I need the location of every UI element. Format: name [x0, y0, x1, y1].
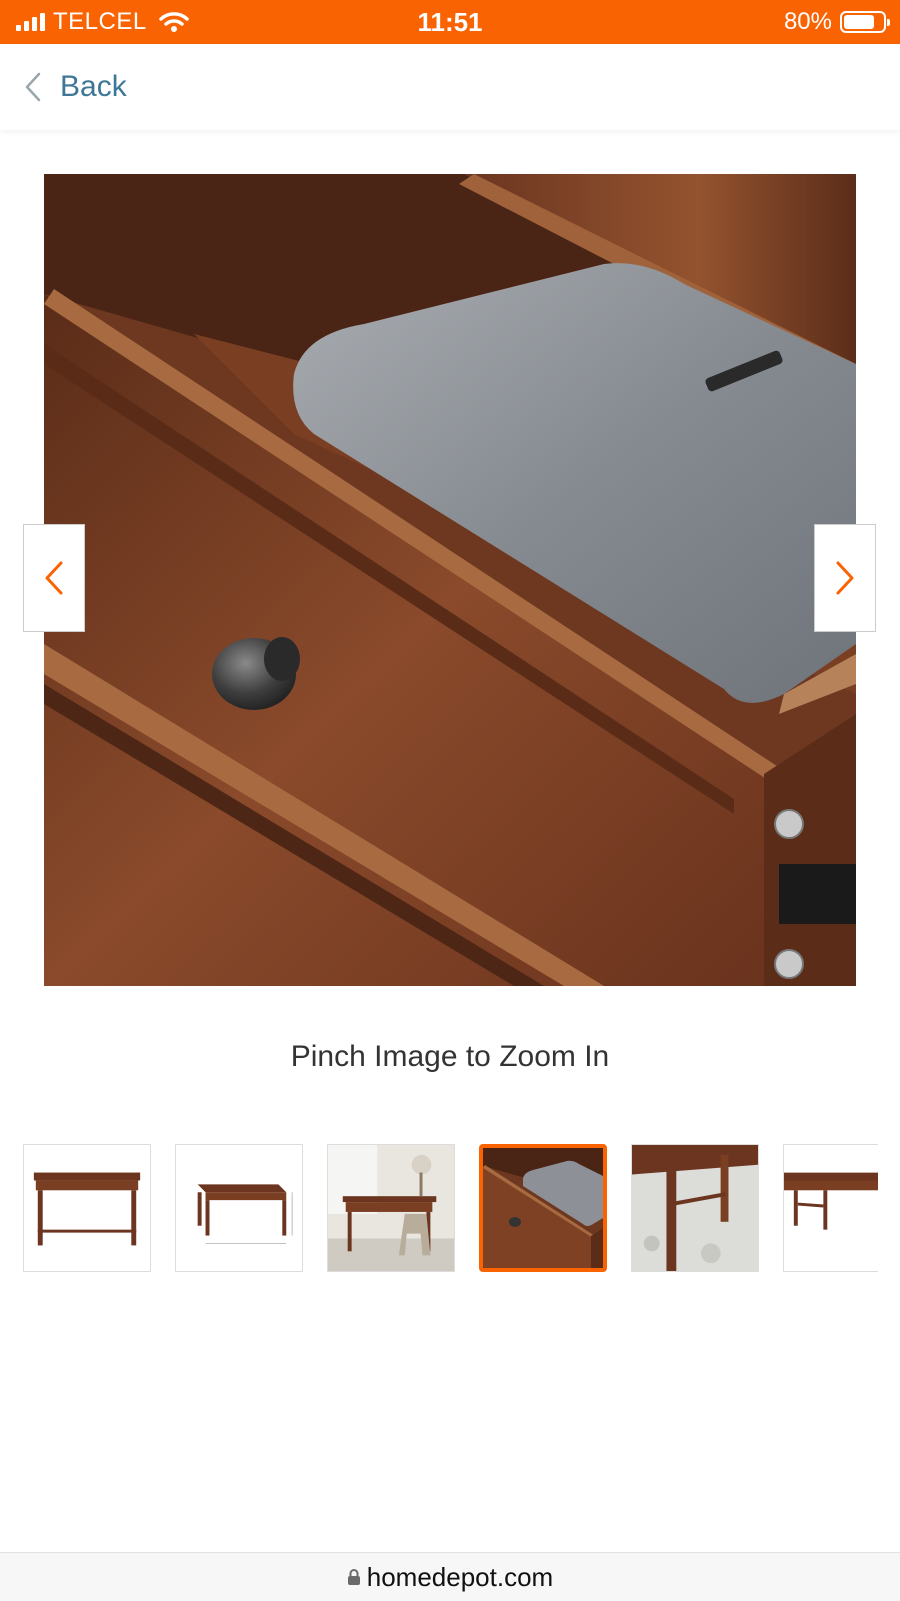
- desk-dimensions-thumbnail: [197, 1184, 293, 1244]
- url-domain: homedepot.com: [366, 1561, 554, 1592]
- product-image[interactable]: [44, 174, 856, 986]
- back-button[interactable]: Back: [24, 44, 127, 130]
- thumbnail-4[interactable]: [479, 1144, 607, 1272]
- zoom-hint: Pinch Image to Zoom In: [290, 1040, 610, 1073]
- chevron-left-icon: [25, 72, 41, 102]
- battery-icon: [840, 11, 890, 33]
- thumbnail-2[interactable]: [175, 1144, 303, 1272]
- chevron-left-icon: [45, 561, 63, 595]
- drawer-closeup-thumbnail: [483, 1148, 603, 1268]
- thumbnail-6[interactable]: [783, 1144, 878, 1272]
- nav-bar: Back: [0, 44, 900, 130]
- thumbnail-3[interactable]: [327, 1144, 455, 1272]
- battery-percent: 80%: [783, 8, 832, 35]
- back-label: Back: [60, 70, 127, 103]
- chevron-right-icon: [836, 561, 854, 595]
- lock-icon: [347, 1569, 360, 1585]
- next-image-button[interactable]: [814, 524, 876, 632]
- thumbnail-1[interactable]: [23, 1144, 151, 1272]
- thumbnail-strip[interactable]: [23, 1144, 878, 1274]
- desk-leg-closeup-thumbnail: [632, 1145, 758, 1271]
- status-right: 80%: [783, 0, 890, 44]
- battery-fill: [844, 15, 874, 29]
- desk-front-thumbnail: [33, 1172, 141, 1246]
- url-bar[interactable]: homedepot.com: [0, 1552, 900, 1601]
- desk-drawer-closeup-image: [44, 174, 856, 986]
- prev-image-button[interactable]: [23, 524, 85, 632]
- status-time: 11:51: [417, 7, 483, 37]
- thumbnail-5[interactable]: [631, 1144, 759, 1272]
- desk-room-scene-thumbnail: [328, 1145, 454, 1271]
- status-bar: TELCEL 11:51 80%: [0, 0, 900, 44]
- desk-angle-thumbnail: [784, 1172, 878, 1230]
- battery-cap: [887, 19, 890, 26]
